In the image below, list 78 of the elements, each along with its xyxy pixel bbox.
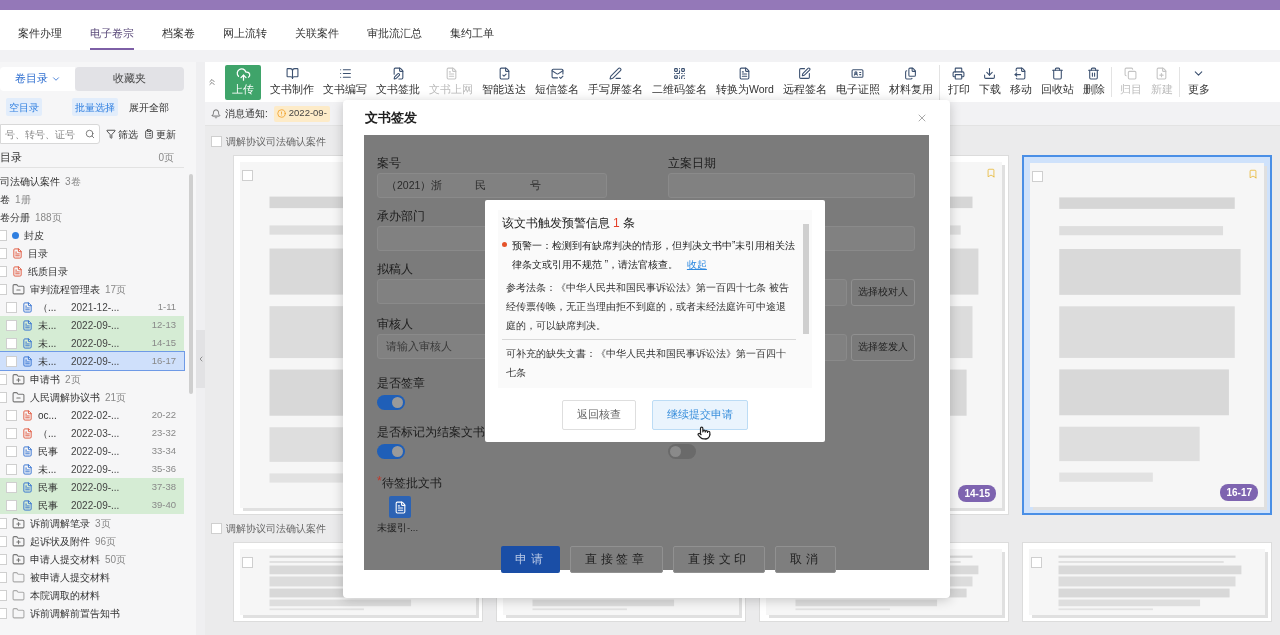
- field-label: 案号: [377, 156, 401, 171]
- page-range: 37-38: [151, 479, 176, 494]
- file-name: （...: [38, 426, 58, 441]
- tree-label: 申请书: [30, 372, 60, 387]
- page-range: 23-32: [151, 425, 176, 440]
- warning-text: 预警一：检测到有缺席判决的情形，但判决文书中”未引用相关法律条文或引用不规范 ”，请法官核查。 收起: [512, 239, 796, 272]
- group-title: 调解协议司法确认案件: [226, 522, 326, 536]
- page-range: 39-40: [151, 497, 176, 512]
- tree-label: 诉前调解笔录: [30, 516, 90, 531]
- switch-label: 是否标记为结案文书: [377, 425, 485, 440]
- alert-title: 该文书触发预警信息: [502, 215, 610, 232]
- file-name: 民事: [38, 480, 59, 495]
- file-name: 未...: [38, 462, 58, 477]
- file-date: 2022-09-...: [71, 318, 120, 333]
- file-name: 未...: [38, 336, 58, 351]
- tree-label: 被申请人提交材料: [30, 570, 110, 585]
- page-range: 20-22: [151, 407, 176, 422]
- tree-label: 起诉状及附件: [30, 534, 90, 549]
- file-date: 2021-12-...: [71, 300, 120, 315]
- dialog-title: 文书签发: [365, 108, 417, 127]
- page-count: 17页: [105, 282, 127, 297]
- page-count: 3卷: [65, 174, 81, 189]
- tree-label: 司法确认案件: [0, 174, 60, 189]
- page-range: 1-11: [157, 299, 176, 314]
- page-badge: 16-17: [1220, 484, 1258, 501]
- tree-label: 目录: [0, 149, 22, 165]
- group-title: 调解协议司法确认案件: [226, 135, 326, 149]
- field-label: 审核人: [377, 317, 413, 332]
- page-range: 16-17: [151, 353, 176, 368]
- alert-unit: 条: [622, 215, 635, 232]
- tree-label: 诉前调解前置告知书: [30, 606, 120, 621]
- page-badge: 14-15: [958, 485, 996, 502]
- field-label: 待签批文书: [381, 477, 442, 491]
- file-name: （...: [38, 300, 58, 315]
- field-label: 立案日期: [668, 156, 716, 171]
- tree-label: 卷: [0, 192, 10, 207]
- tree-label: 卷分册: [0, 210, 30, 225]
- file-name: 民事: [38, 444, 59, 459]
- file-date: 2022-09-...: [71, 480, 120, 495]
- file-date: 2022-02-...: [71, 408, 120, 423]
- page-count: 188页: [35, 210, 62, 225]
- required-mark: *: [377, 475, 382, 487]
- supplement-text: 可补充的缺失文書：《中华人民共和国民事诉讼法》第一百四十七条: [505, 347, 787, 380]
- page-range: 33-34: [151, 443, 176, 458]
- page-count: 50页: [105, 552, 127, 567]
- tree-label: 封皮: [24, 228, 44, 243]
- tree-label: 纸质目录: [28, 264, 68, 279]
- page-count: 3页: [95, 516, 111, 531]
- file-date: 2022-09-...: [71, 444, 120, 459]
- reference-text: 参考法条：《中华人民共和国民事诉讼法》第一百四十七条 被告经传票传唤，无正当理由拒不到庭的，或者未经法庭许可中途退庭的，可以缺席判决。: [502, 278, 796, 340]
- file-name: 民事: [38, 498, 59, 513]
- page-count: 1册: [15, 192, 31, 207]
- file-name: 未援引-...: [377, 521, 419, 536]
- file-name: 未...: [38, 318, 58, 333]
- tree-label: 审判流程管理表: [30, 282, 100, 297]
- file-date: 2022-09-...: [71, 354, 120, 369]
- page-count: 21页: [105, 390, 127, 405]
- alert-count: 1: [613, 215, 620, 232]
- file-date: 2022-09-...: [71, 498, 120, 513]
- page-range: 14-15: [151, 335, 176, 350]
- page-count: 2页: [65, 372, 81, 387]
- file-date: 2022-09-...: [71, 336, 120, 351]
- tree-label: 申请人提交材料: [30, 552, 100, 567]
- page-count: 0页: [158, 151, 174, 165]
- file-name: oc...: [38, 408, 58, 423]
- page-count: 96页: [95, 534, 117, 549]
- notice-label: 消息通知:: [225, 107, 268, 121]
- tree-label: 人民调解协议书: [30, 390, 100, 405]
- file-date: 2022-09-...: [71, 462, 120, 477]
- field-label: 承办部门: [377, 209, 425, 224]
- switch-label: 是否签章: [377, 376, 425, 391]
- page-range: 12-13: [151, 317, 176, 332]
- field-label: 拟稿人: [377, 262, 413, 277]
- file-name: 未...: [38, 354, 58, 369]
- page-range: 35-36: [151, 461, 176, 476]
- tree-label: 目录: [28, 246, 48, 261]
- file-date: 2022-03-...: [71, 426, 120, 441]
- tree-label: 本院调取的材料: [30, 588, 100, 603]
